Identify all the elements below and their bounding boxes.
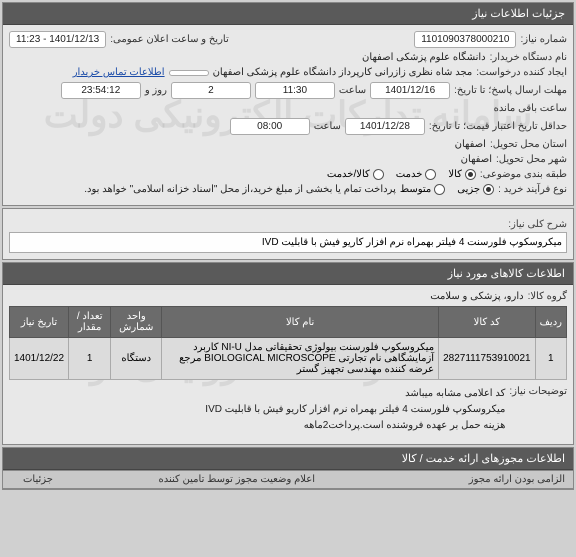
valid-time: 08:00 [230, 118, 310, 135]
cell-name: میکروسکوپ فلورسنت بیولوژی تحقیقاتی مدل N… [162, 338, 439, 380]
notes-text: کد اعلامی مشابه میباشد میکروسکوپ فلورسنت… [205, 386, 505, 434]
col-qty: تعداد / مقدار [69, 307, 111, 338]
notes-label: توضیحات نیاز: [509, 386, 567, 397]
announce-value: 1401/12/13 - 11:23 [9, 31, 106, 48]
budget-option-2[interactable]: کالا/خدمت [327, 169, 384, 180]
col-code: کد کالا [439, 307, 536, 338]
col-unit: واحد شمارش [111, 307, 162, 338]
cell-unit: دستگاه [111, 338, 162, 380]
contact-box [169, 70, 209, 76]
permits-header: اطلاعات مجوزهای ارائه خدمت / کالا [3, 448, 573, 470]
remain-label: ساعت باقی مانده [494, 103, 567, 114]
note-line: میکروسکوپ فلورسنت 4 فیلتر بهمراه نرم افز… [205, 402, 505, 418]
process-option-1[interactable]: متوسط [400, 184, 445, 195]
buyer-org: دانشگاه علوم پزشکی اصفهان [362, 52, 486, 63]
process-label: نوع فرآیند خرید : [498, 184, 567, 195]
items-header: اطلاعات کالاهای مورد نیاز [3, 263, 573, 285]
delivery-province: اصفهان [455, 139, 486, 150]
main-panel: جزئیات اطلاعات نیاز سامانه تدارکات الکتر… [2, 2, 574, 206]
valid-time-label: ساعت [314, 121, 341, 132]
buyer-org-label: نام دستگاه خریدار: [490, 52, 567, 63]
budget-radio-group: کالا خدمت کالا/خدمت [327, 169, 476, 180]
deadline-time: 11:30 [255, 82, 335, 99]
deadline-date: 1401/12/16 [370, 82, 450, 99]
valid-label: حداقل تاریخ اعتبار قیمت؛ تا تاریخ: [429, 121, 567, 132]
need-number-label: شماره نیاز: [520, 34, 567, 45]
note-line: کد اعلامی مشابه میباشد [205, 386, 505, 402]
radio-icon [465, 169, 476, 180]
need-desc-text: میکروسکوپ فلورسنت 4 فیلتر بهمراه نرم افز… [9, 232, 567, 253]
need-number: 1101090378000210 [414, 31, 516, 48]
radio-icon [425, 169, 436, 180]
valid-date: 1401/12/28 [345, 118, 425, 135]
cell-idx: 1 [535, 338, 566, 380]
items-panel: اطلاعات کالاهای مورد نیاز سامانه تدارکات… [2, 262, 574, 445]
delivery-province-label: استان محل تحویل: [490, 139, 567, 150]
col-idx: ردیف [535, 307, 566, 338]
items-table: ردیف کد کالا نام کالا واحد شمارش تعداد /… [9, 306, 567, 380]
group-label: گروه کالا: [528, 291, 567, 302]
deadline-label: مهلت ارسال پاسخ؛ تا تاریخ: [454, 85, 567, 96]
group-value: دارو، پزشکی و سلامت [430, 291, 523, 302]
budget-option-1[interactable]: خدمت [396, 169, 437, 180]
creator: مجد شاه نظری زازرانی کارپرداز دانشگاه عل… [213, 67, 473, 78]
need-desc-label: شرح کلی نیاز: [9, 219, 567, 230]
process-option-0[interactable]: جزیی [457, 184, 494, 195]
announce-label: تاریخ و ساعت اعلان عمومی: [110, 34, 229, 45]
radio-icon [434, 184, 445, 195]
delivery-city: اصفهان [461, 154, 492, 165]
permits-panel: اطلاعات مجوزهای ارائه خدمت / کالا الزامی… [2, 447, 574, 490]
col-name: نام کالا [162, 307, 439, 338]
process-note: پرداخت تمام یا بخشی از مبلغ خرید،از محل … [84, 184, 396, 195]
creator-label: ایجاد کننده درخواست: [476, 67, 567, 78]
contact-link[interactable]: اطلاعات تماس خریدار [73, 67, 165, 78]
cell-date: 1401/12/22 [10, 338, 69, 380]
mandatory-header: الزامی بودن ارائه مجوز [323, 470, 573, 489]
panel-title: جزئیات اطلاعات نیاز [3, 3, 573, 25]
process-radio-group: جزیی متوسط [400, 184, 494, 195]
budget-label: طبقه بندی موضوعی: [480, 169, 567, 180]
note-line: هزینه حمل بر عهده فروشنده است.پرداخت2ماه… [205, 418, 505, 434]
status-header: اعلام وضعیت مجوز توسط تامین کننده [73, 470, 323, 489]
deadline-time-label: ساعت [339, 85, 366, 96]
budget-option-0[interactable]: کالا [448, 169, 476, 180]
cell-code: 2827111753910021 [439, 338, 536, 380]
radio-icon [373, 169, 384, 180]
delivery-city-label: شهر محل تحویل: [496, 154, 567, 165]
days-remain: 2 [171, 82, 251, 99]
cell-qty: 1 [69, 338, 111, 380]
time-remain: 23:54:12 [61, 82, 141, 99]
col-date: تاریخ نیاز [10, 307, 69, 338]
days-sep: روز و [145, 85, 167, 96]
table-row: 1 2827111753910021 میکروسکوپ فلورسنت بیو… [10, 338, 567, 380]
details-tab[interactable]: جزئیات [3, 470, 73, 489]
radio-icon [483, 184, 494, 195]
table-header-row: ردیف کد کالا نام کالا واحد شمارش تعداد /… [10, 307, 567, 338]
desc-panel: شرح کلی نیاز: میکروسکوپ فلورسنت 4 فیلتر … [2, 208, 574, 260]
